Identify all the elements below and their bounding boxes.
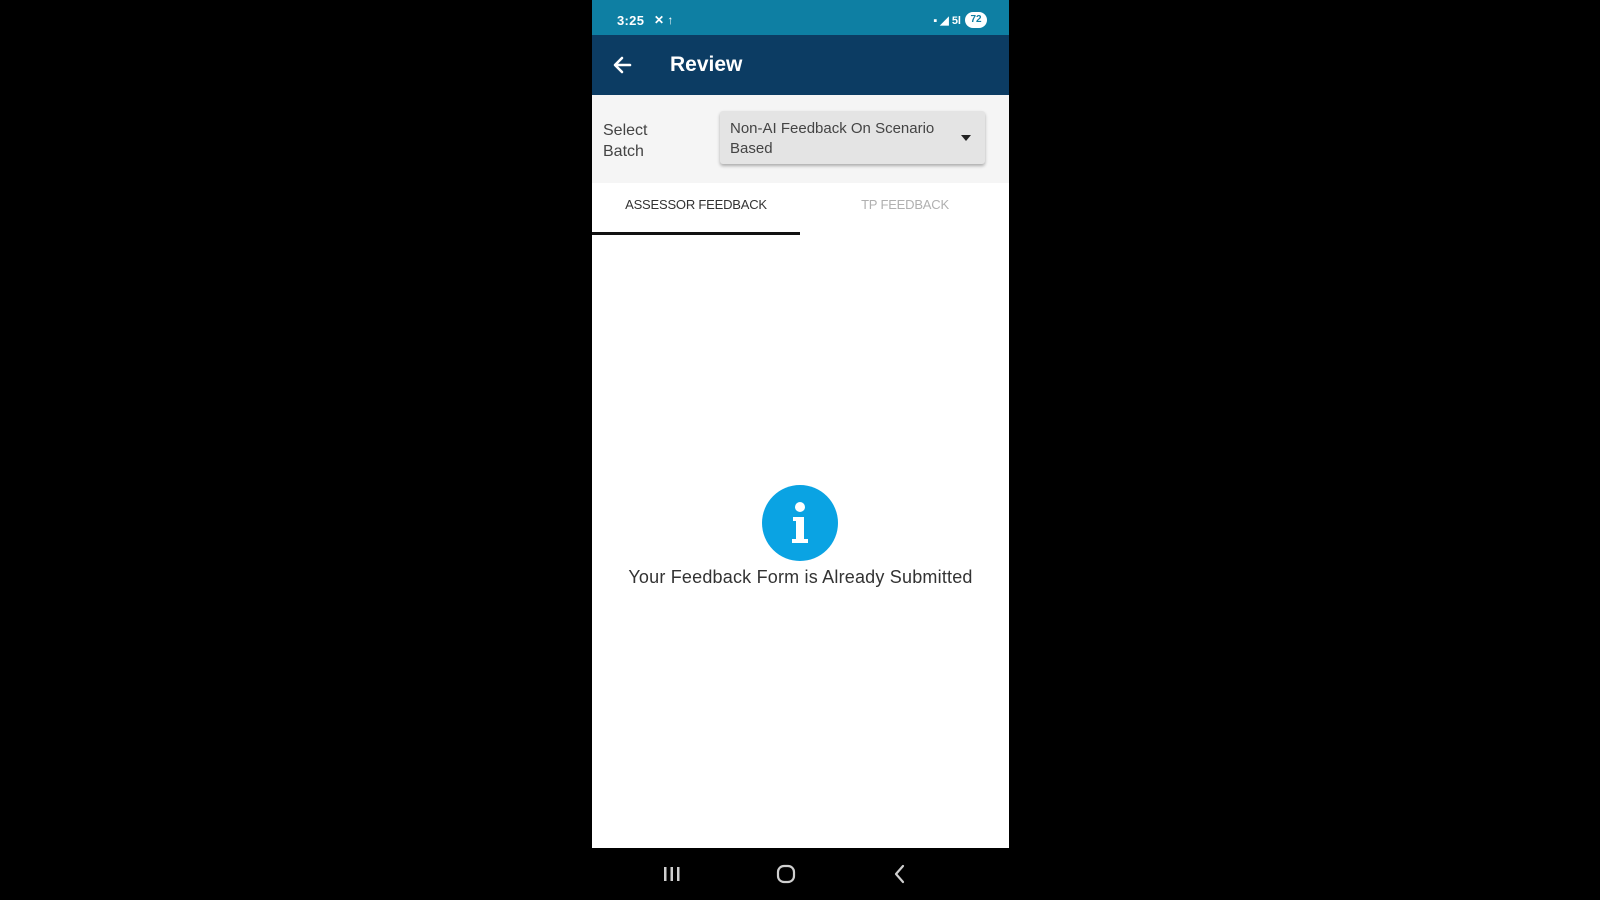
back-button[interactable] [606, 49, 638, 81]
feedback-content: Your Feedback Form is Already Submitted [592, 235, 1009, 848]
arrow-left-icon [613, 56, 632, 74]
tab-bar: ASSESSOR FEEDBACK TP FEEDBACK [592, 183, 1009, 235]
notification-icons: ✕ ↑ [654, 13, 674, 27]
batch-label: Select Batch [603, 122, 648, 160]
info-icon [762, 485, 838, 561]
nav-back-button[interactable] [886, 860, 914, 888]
back-chevron-icon [894, 864, 905, 884]
home-button[interactable] [772, 860, 800, 888]
home-icon [776, 864, 796, 884]
status-bar: 3:25 ✕ ↑ ▪ ◢ 5l 72 [592, 0, 1009, 35]
app-bar: Review [592, 35, 1009, 95]
info-glyph [792, 502, 808, 543]
recents-icon [664, 867, 680, 881]
battery-icon: 72 [965, 12, 987, 28]
batch-selector-row: Select Batch Non-AI Feedback On Scenario… [592, 95, 1009, 183]
dropdown-caret-icon [961, 135, 971, 141]
batch-dropdown[interactable]: Non-AI Feedback On Scenario Based [720, 111, 985, 164]
system-nav-bar [592, 848, 1009, 900]
tab-assessor-feedback[interactable]: ASSESSOR FEEDBACK [592, 183, 800, 235]
signal-icons: ▪ ◢ 5l [933, 14, 961, 27]
tab-tp-feedback[interactable]: TP FEEDBACK [801, 183, 1009, 235]
submitted-message: Your Feedback Form is Already Submitted [628, 567, 973, 587]
phone-screen: 3:25 ✕ ↑ ▪ ◢ 5l 72 Review Select Batch N… [592, 0, 1009, 900]
recents-button[interactable] [658, 860, 686, 888]
batch-dropdown-value: Non-AI Feedback On Scenario Based [730, 120, 935, 157]
status-indicators: ▪ ◢ 5l 72 [933, 12, 987, 28]
page-title: Review [670, 53, 743, 76]
status-time: 3:25 [617, 13, 645, 28]
